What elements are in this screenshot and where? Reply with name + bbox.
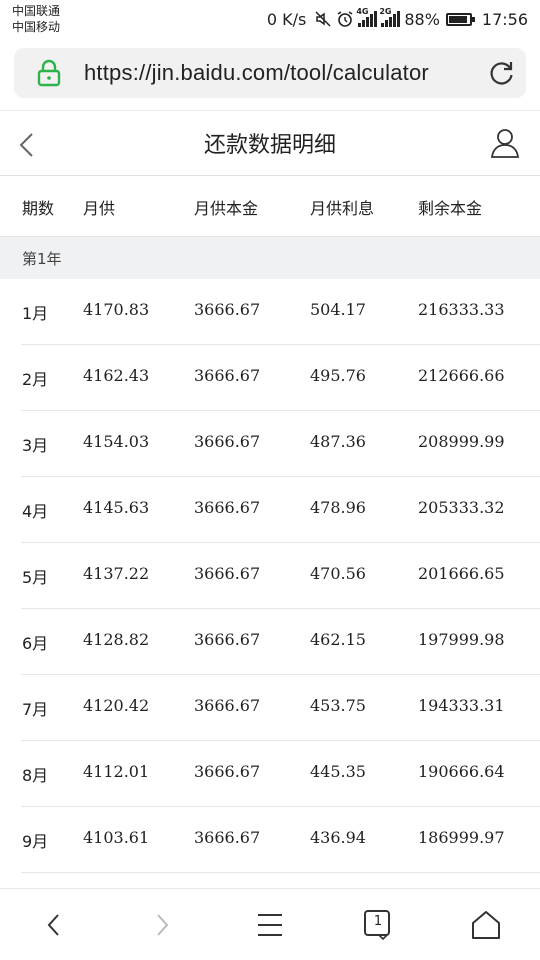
page-title: 还款数据明细 [203, 133, 336, 158]
signal-icon-1: 4G [356, 7, 378, 27]
nav-tabs-button[interactable]: 1 [360, 907, 396, 943]
cell-period: 5月 [22, 568, 49, 587]
cell-remaining: 190666.64 [418, 762, 505, 781]
cell-payment: 4162.43 [83, 366, 150, 385]
cell-interest: 495.76 [310, 366, 366, 385]
address-bar[interactable]: https://jin.baidu.com/tool/calculator [14, 48, 526, 98]
cell-payment: 4145.63 [83, 498, 150, 517]
battery-icon [445, 12, 475, 26]
url-text[interactable]: https://jin.baidu.com/tool/calculator [84, 60, 429, 86]
carrier-2: 中国移动 [12, 20, 61, 34]
column-header-remaining: 剩余本金 [418, 199, 483, 218]
browser-bottom-nav: 1 [0, 888, 540, 960]
column-header-principal: 月供本金 [194, 199, 259, 218]
status-bar: 中国联通 中国移动 0 K/s 4G 2G 88% 17:56 [0, 0, 540, 40]
cell-principal: 3666.67 [194, 564, 261, 583]
table-row: 8月 4112.01 3666.67 445.35 190666.64 [0, 741, 540, 807]
user-icon[interactable] [490, 127, 520, 159]
cell-payment: 4154.03 [83, 432, 150, 451]
cell-interest: 462.15 [310, 630, 366, 649]
cell-principal: 3666.67 [194, 696, 261, 715]
year-label: 第1年 [22, 250, 62, 268]
year-section-header: 第1年 [0, 236, 540, 279]
lock-icon [37, 59, 61, 87]
status-indicators: 0 K/s 4G 2G 88% 17:56 [266, 7, 528, 30]
cell-interest: 487.36 [310, 432, 366, 451]
cell-payment: 4170.83 [83, 300, 150, 319]
cell-principal: 3666.67 [194, 498, 261, 517]
column-header-payment: 月供 [83, 199, 116, 218]
cell-principal: 3666.67 [194, 828, 261, 847]
cell-period: 6月 [22, 634, 49, 653]
tab-count: 1 [373, 914, 383, 929]
cell-period: 8月 [22, 766, 49, 785]
signal-2-network: 2G [379, 7, 392, 16]
alarm-icon [337, 11, 353, 27]
battery-percent: 88% [404, 9, 440, 29]
nav-forward-button[interactable] [144, 907, 180, 943]
table-row: 6月 4128.82 3666.67 462.15 197999.98 [0, 609, 540, 675]
cell-remaining: 186999.97 [418, 828, 505, 847]
cell-principal: 3666.67 [194, 630, 261, 649]
column-header-period: 期数 [22, 199, 55, 218]
cell-remaining: 205333.32 [418, 498, 505, 517]
table-row: 1月 4170.83 3666.67 504.17 216333.33 [0, 279, 540, 345]
table-header: 期数 月供 月供本金 月供利息 剩余本金 [0, 176, 540, 236]
cell-period: 9月 [22, 832, 49, 851]
cell-principal: 3666.67 [194, 432, 261, 451]
signal-1-network: 4G [356, 7, 369, 16]
cell-payment: 4112.01 [83, 762, 150, 781]
signal-icon-2: 2G [379, 7, 401, 27]
table-row: 3月 4154.03 3666.67 487.36 208999.99 [0, 411, 540, 477]
page-header: 还款数据明细 [0, 110, 540, 176]
cell-interest: 453.75 [310, 696, 366, 715]
cell-principal: 3666.67 [194, 366, 261, 385]
cell-payment: 4120.42 [83, 696, 150, 715]
table-body: 1月 4170.83 3666.67 504.17 216333.33 2月 4162.43… [0, 279, 540, 873]
cell-interest: 470.56 [310, 564, 366, 583]
mute-icon [315, 11, 331, 27]
menu-icon [258, 914, 282, 936]
cell-period: 4月 [22, 502, 49, 521]
clock: 17:56 [481, 9, 528, 29]
cell-interest: 445.35 [310, 762, 366, 781]
nav-back-button[interactable] [36, 907, 72, 943]
table-row: 7月 4120.42 3666.67 453.75 194333.31 [0, 675, 540, 741]
cell-interest: 504.17 [310, 300, 366, 319]
nav-home-button[interactable] [468, 907, 504, 943]
cell-period: 7月 [22, 700, 49, 719]
nav-menu-button[interactable] [252, 907, 288, 943]
cell-principal: 3666.67 [194, 300, 261, 319]
cell-period: 3月 [22, 436, 49, 455]
cell-period: 2月 [22, 370, 49, 389]
cell-period: 1月 [22, 304, 49, 323]
cell-payment: 4128.82 [83, 630, 150, 649]
refresh-icon[interactable] [488, 59, 516, 87]
table-row: 5月 4137.22 3666.67 470.56 201666.65 [0, 543, 540, 609]
cell-remaining: 208999.99 [418, 432, 505, 451]
cell-interest: 436.94 [310, 828, 366, 847]
home-icon [472, 911, 500, 939]
cell-interest: 478.96 [310, 498, 366, 517]
table-row: 9月 4103.61 3666.67 436.94 186999.97 [0, 807, 540, 873]
table-row: 4月 4145.63 3666.67 478.96 205333.32 [0, 477, 540, 543]
cell-payment: 4137.22 [83, 564, 150, 583]
network-speed: 0 K/s [266, 9, 307, 29]
cell-remaining: 194333.31 [418, 696, 505, 715]
cell-principal: 3666.67 [194, 762, 261, 781]
cell-remaining: 212666.66 [418, 366, 505, 385]
carrier-1: 中国联通 [12, 4, 61, 18]
table-row: 2月 4162.43 3666.67 495.76 212666.66 [0, 345, 540, 411]
column-header-interest: 月供利息 [310, 199, 375, 218]
cell-payment: 4103.61 [83, 828, 150, 847]
cell-remaining: 197999.98 [418, 630, 505, 649]
cell-remaining: 201666.65 [418, 564, 505, 583]
chevron-left-icon [47, 914, 59, 936]
cell-remaining: 216333.33 [418, 300, 505, 319]
browser-toolbar: https://jin.baidu.com/tool/calculator [0, 40, 540, 110]
chevron-right-icon [157, 914, 169, 936]
carrier-names: 中国联通 中国移动 [12, 3, 60, 35]
